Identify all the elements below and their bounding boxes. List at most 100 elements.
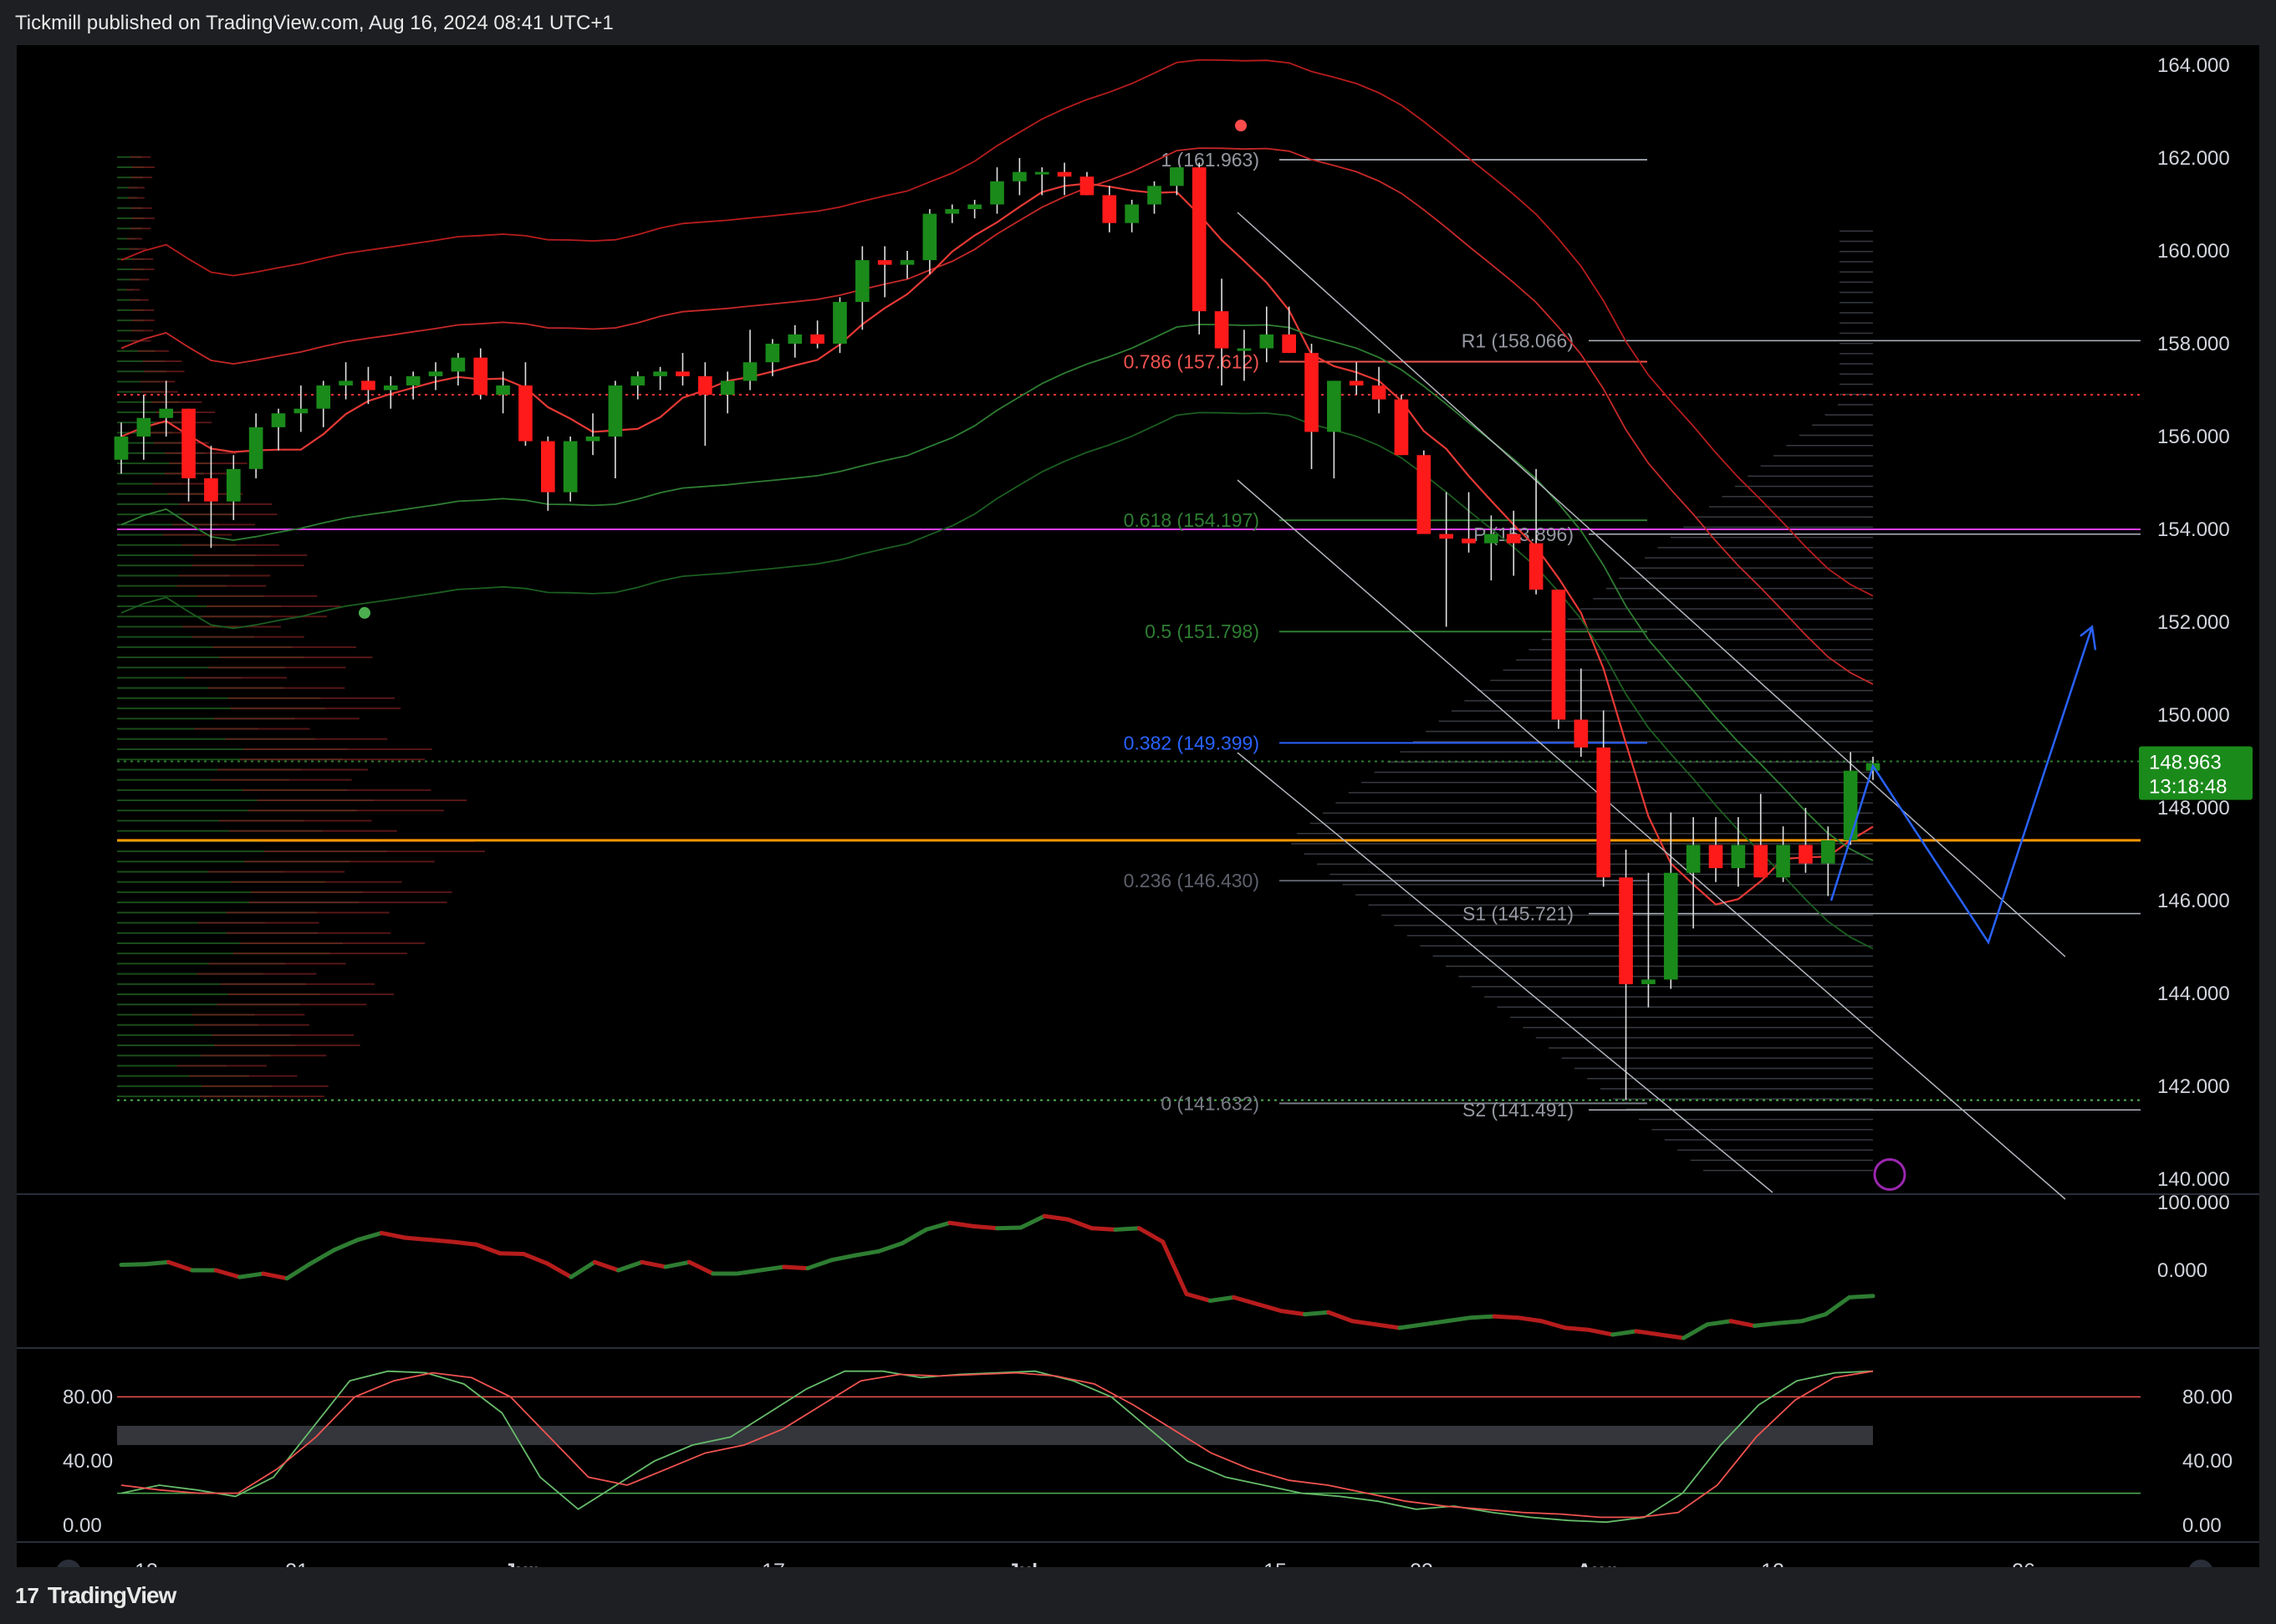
candle-body [1551,590,1566,720]
momentum-line [1090,1226,1118,1232]
volume-profile-bar [1690,1159,1873,1162]
candle-body [1843,770,1858,840]
momentum-line [355,1230,384,1243]
candle-body [1663,872,1678,980]
candle-body [1776,845,1790,878]
candle-body [743,362,758,381]
price-axis-tick: 140.000 [2157,1168,2230,1191]
candle-body [1439,534,1454,539]
volume-profile-sell [191,636,304,638]
candle-body [1013,171,1027,181]
volume-profile-sell [128,186,145,189]
volume-profile-bar [1464,700,1873,702]
volume-profile-sell [130,278,150,281]
volume-profile-bar [1840,353,1873,355]
volume-profile-bar [1840,322,1873,324]
volume-profile-sell [130,176,153,179]
volume-profile-bar [1477,690,1873,692]
momentum-line [592,1259,621,1273]
volume-profile-bar [1426,730,1873,733]
candle-body [1102,195,1117,223]
trend-channel-line [1237,752,1773,1193]
volume-profile-bar [1840,240,1873,243]
volume-profile-sell [200,1095,324,1098]
candle-body [967,204,982,210]
momentum-line [1397,1322,1426,1330]
stoch-band [117,1425,1873,1445]
momentum-line [1350,1319,1378,1327]
volume-profile-bar [1651,1129,1873,1131]
momentum-line [1018,1213,1047,1230]
volume-profile-sell [140,380,176,383]
momentum-line [1610,1329,1639,1337]
volume-profile-bar [1438,720,1873,723]
volume-profile-sell [230,707,401,710]
volume-profile-sell [178,575,271,577]
volume-profile-bar [1840,251,1873,253]
volume-profile-bar [1703,1169,1873,1172]
candle-body [1170,167,1184,186]
volume-profile-bar [1786,444,1873,447]
volume-profile-sell [193,1024,309,1026]
volume-profile-sell [213,718,360,720]
momentum-line [805,1258,834,1271]
price-axis-tick: 154.000 [2157,518,2230,541]
candle-body [271,413,286,427]
volume-profile-bar [1664,1139,1873,1141]
price-axis-tick: 160.000 [2157,240,2230,263]
chart-svg[interactable]: 1 (161.963)0.786 (157.612)0.618 (154.197… [17,45,2259,1585]
momentum-line [1823,1295,1852,1317]
volume-profile-sell [228,830,397,832]
volume-profile-sell [217,769,369,771]
candle-body [698,375,712,396]
momentum-line [1586,1327,1615,1337]
time-axis-tick: 26 [2012,1560,2035,1567]
volume-profile-bar [1799,434,1873,437]
fib-level-label: 0.236 (146.430) [1124,870,1259,891]
momentum-line [521,1252,550,1266]
momentum-line [1113,1226,1141,1232]
volume-profile-sell [137,350,169,352]
candle-body [1619,877,1633,984]
momentum-line [284,1261,313,1281]
volume-profile-sell [232,952,408,955]
momentum-line [426,1238,455,1244]
momentum-line [758,1264,787,1273]
candle-body [136,417,151,437]
candle-body [1057,171,1072,177]
volume-profile-bar [1580,608,1873,610]
volume-profile-sell [191,564,304,567]
stoch-axis-tick-right: 0.00 [2182,1514,2222,1537]
volume-profile-sell [207,605,341,608]
time-axis-tick: Jul [1008,1560,1038,1567]
candle-body [1731,845,1746,869]
momentum-line [1278,1309,1308,1317]
volume-profile-sell [152,483,207,485]
volume-profile-bar [1619,577,1873,580]
momentum-line [876,1241,905,1254]
volume-profile-sell [202,1085,329,1087]
volume-profile-sell [242,748,432,750]
candle-body [159,408,174,418]
footer: 17 TradingView [15,1582,176,1609]
candle-body [1125,204,1139,223]
momentum-line [1184,1291,1212,1303]
pivot-label: S1 (145.721) [1462,902,1574,924]
candle-body [1259,334,1274,349]
price-axis-tick: 158.000 [2157,333,2230,355]
momentum-line [237,1271,266,1279]
volume-profile-bar [1516,659,1873,661]
volume-profile-sell [240,942,426,944]
candle-body [361,380,375,391]
momentum-line [640,1259,668,1269]
volume-profile-sell [196,595,318,597]
volume-profile-bar [1297,832,1873,835]
chart-area[interactable]: 1 (161.963) 0.786 (157.612) 0.618 (154.197… [17,45,2259,1585]
momentum-axis-tick: 0.000 [2157,1259,2207,1282]
price-axis-tick: 152.000 [2157,611,2230,634]
volume-profile-bar [1400,751,1873,753]
time-axis-tick: 23 [1410,1560,1433,1567]
volume-profile-sell [226,912,390,914]
volume-profile-bar [1355,894,1873,896]
volume-profile-bar [1452,710,1873,712]
